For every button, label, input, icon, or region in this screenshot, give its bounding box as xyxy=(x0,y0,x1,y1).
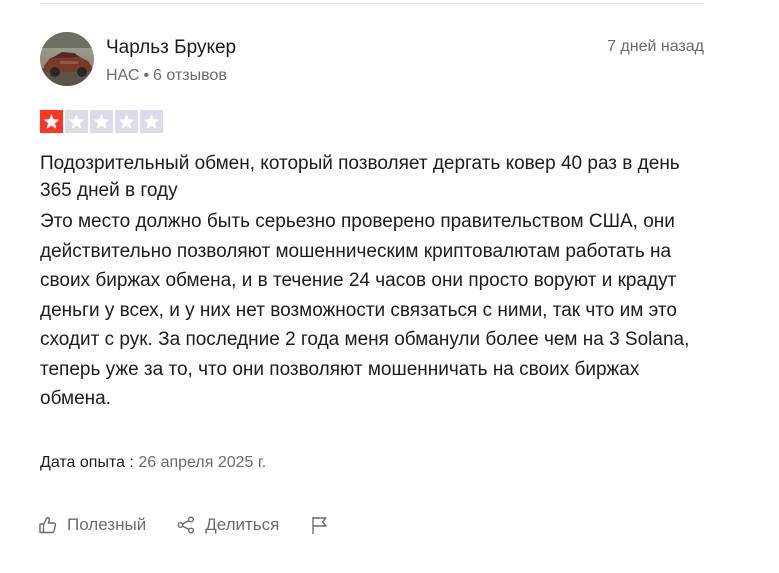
flag-icon xyxy=(312,517,328,534)
share-button[interactable]: Делиться xyxy=(176,515,279,535)
thumbs-up-icon xyxy=(39,516,57,534)
experience-date: Дата опыта : 26 апреля 2025 г. xyxy=(40,454,266,472)
review-body: Это место должно быть серьезно проверено… xyxy=(40,211,690,409)
review-actions: Полезный Делиться xyxy=(38,512,329,538)
star-rating xyxy=(40,110,163,133)
star-empty xyxy=(140,110,163,133)
star-icon xyxy=(93,114,110,129)
star-empty xyxy=(115,110,138,133)
meta-separator: • xyxy=(143,67,150,84)
star-empty xyxy=(90,110,113,133)
review-date: 7 дней назад xyxy=(607,38,704,55)
author-country: НАС xyxy=(106,67,140,84)
star-icon xyxy=(68,114,85,129)
star-filled xyxy=(40,110,63,133)
star-icon xyxy=(118,114,135,129)
star-icon xyxy=(143,114,160,129)
author-reviews-count[interactable]: 6 отзывов xyxy=(153,67,227,84)
share-icon xyxy=(177,516,195,534)
experience-date-label: Дата опыта : xyxy=(40,454,134,471)
share-label: Делиться xyxy=(205,515,280,534)
report-button[interactable] xyxy=(309,515,329,535)
author-name[interactable]: Чарльз Брукер xyxy=(106,37,236,59)
avatar[interactable] xyxy=(40,32,94,86)
review-header: Чарльз Брукер НАС • 6 отзывов 7 дней назад xyxy=(40,32,704,92)
review-title[interactable]: Подозрительный обмен, который позволяет … xyxy=(40,150,710,204)
star-icon xyxy=(43,114,60,129)
author-meta: НАС • 6 отзывов xyxy=(106,67,227,85)
experience-date-value: 26 апреля 2025 г. xyxy=(138,454,267,471)
useful-button[interactable]: Полезный xyxy=(38,515,146,535)
top-divider xyxy=(40,3,704,4)
useful-label: Полезный xyxy=(67,515,147,534)
star-empty xyxy=(65,110,88,133)
